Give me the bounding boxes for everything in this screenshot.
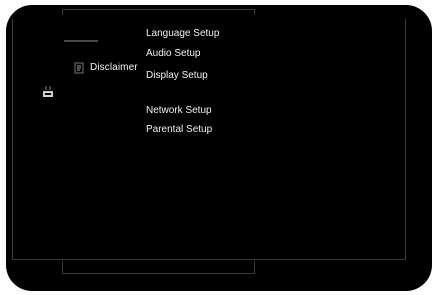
- frame-line-bottom: [62, 273, 255, 274]
- disc-icon: [42, 85, 54, 99]
- brand-logo: [64, 38, 98, 44]
- menu-item-audio-setup[interactable]: Audio Setup: [146, 48, 201, 59]
- document-icon: [74, 61, 84, 74]
- tv-screen: Disclaimer Language Setup Audio Setup Di…: [0, 0, 438, 295]
- menu-item-language-setup[interactable]: Language Setup: [146, 28, 219, 39]
- setup-panel: Disclaimer Language Setup Audio Setup Di…: [6, 5, 432, 291]
- menu-item-display-setup[interactable]: Display Setup: [146, 70, 208, 81]
- menu-item-network-setup[interactable]: Network Setup: [146, 105, 212, 116]
- frame-line-mid: [12, 259, 406, 260]
- frame-line-bottom-left: [62, 261, 63, 274]
- frame-line-left-vertical: [12, 19, 13, 259]
- frame-line-left: [62, 9, 63, 15]
- menu-item-parental-setup[interactable]: Parental Setup: [146, 124, 212, 135]
- frame-line-top: [62, 9, 255, 10]
- disclaimer-label: Disclaimer: [90, 61, 138, 73]
- frame-line-right-vertical: [405, 19, 406, 259]
- disclaimer-item[interactable]: Disclaimer: [74, 61, 138, 74]
- frame-line-bottom-right: [254, 261, 255, 274]
- frame-line-right: [254, 9, 255, 15]
